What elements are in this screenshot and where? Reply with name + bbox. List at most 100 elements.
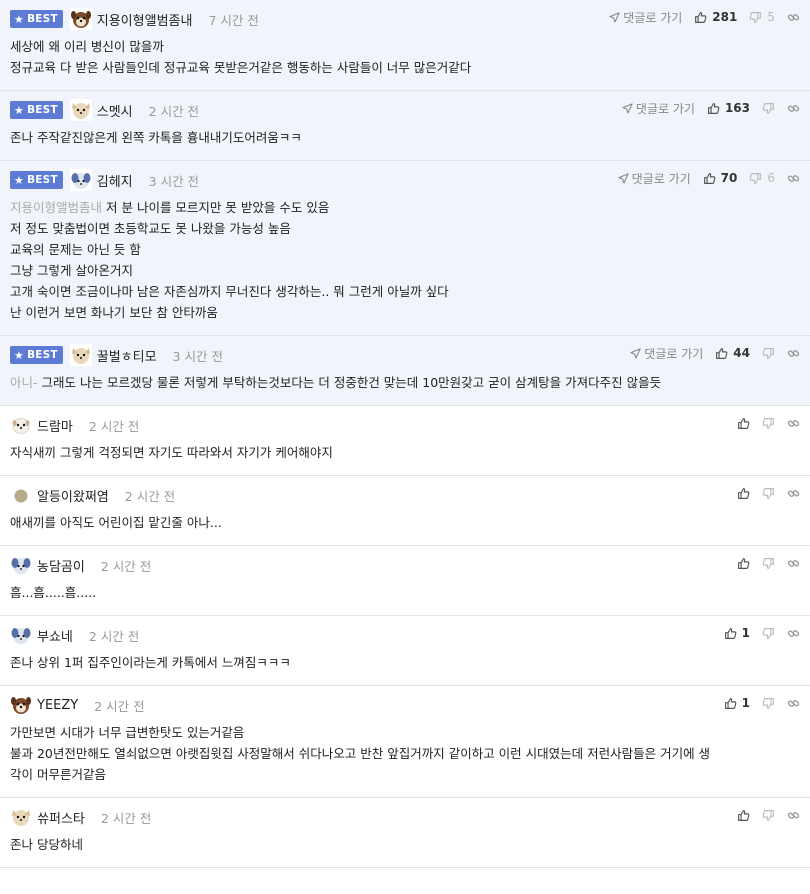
share-link-button[interactable] [787,172,800,185]
dislike-button[interactable] [762,697,775,710]
dislike-button[interactable]: 5 [749,10,775,24]
like-button[interactable] [737,809,750,822]
link-icon [787,627,800,640]
mention[interactable]: 지용이형앨범좀내 [10,200,102,215]
dog-avatar-blue[interactable] [10,624,32,646]
best-badge: ★ BEST [10,10,63,28]
reply-link[interactable]: 댓글로 가기 [630,345,703,362]
like-button[interactable]: 281 [694,10,737,24]
reply-arrow-icon [622,102,636,114]
comment-body: 애새끼를 아직도 어린이집 맡긴줄 아나... [10,506,800,545]
nickname[interactable]: 쓔퍼스타 [37,808,85,827]
timestamp: 2 시간 전 [100,810,152,826]
like-button[interactable]: 1 [724,696,750,710]
dot-avatar[interactable] [10,484,32,506]
share-link-button[interactable] [787,11,800,24]
dislike-count: 5 [767,10,775,24]
reply-link[interactable]: 댓글로 가기 [618,170,691,187]
share-link-button[interactable] [787,809,800,822]
share-link-button[interactable] [787,102,800,115]
thumbs-up-icon [694,11,707,24]
timestamp: 2 시간 전 [88,628,140,644]
comment-actions [725,554,800,572]
dog-avatar-white[interactable] [10,414,32,436]
thumbs-up-icon [715,347,728,360]
comment-text: 고개 숙이면 조금이나마 남은 자존심까지 무너진다 생각하는.. 뭐 그런게 … [10,284,449,299]
timestamp: 2 시간 전 [124,488,176,504]
dislike-button[interactable] [762,627,775,640]
thumbs-down-icon [762,809,775,822]
like-button[interactable]: 44 [715,346,750,360]
like-button[interactable] [737,487,750,500]
like-count: 163 [724,101,750,115]
comment-header: 농담곰이 2 시간 전 [10,554,800,576]
dislike-button[interactable] [762,809,775,822]
comment-line: 고개 숙이면 조금이나마 남은 자존심까지 무너진다 생각하는.. 뭐 그런게 … [10,281,800,302]
nickname[interactable]: 꿀벌ㅎ티모 [97,346,157,365]
dog-avatar-brown[interactable] [69,8,92,30]
dislike-button[interactable] [762,347,775,360]
comment: 알등이왔쩌염 2 시간 전애새끼를 아직도 어린이집 맡긴줄 아나... [0,476,810,546]
comment: 드람마 2 시간 전 자식새끼 그렇게 걱정되면 자기도 따라와서 자기가 케어해야… [0,406,810,476]
dog-avatar-blue[interactable] [69,169,92,191]
comment-actions: 1 [712,624,800,642]
dog-avatar-cream[interactable] [69,344,92,366]
nickname[interactable]: 김헤지 [97,171,133,190]
reply-link[interactable]: 댓글로 가기 [609,9,682,26]
share-link-button[interactable] [787,697,800,710]
comment-line: 불과 20년전만해도 열쇠없으면 아랫집윗집 사정말해서 쉬다나오고 반찬 앞집… [10,743,800,764]
comment-body: 세상에 왜 이리 병신이 많을까 정규교육 다 받은 사람들인데 정규교육 못받은… [10,30,800,90]
nickname[interactable]: 지용이형앨범좀내 [97,10,193,29]
comment-body: 자식새끼 그렇게 걱정되면 자기도 따라와서 자기가 케어해야지 [10,436,800,475]
dog-avatar-brown[interactable] [10,694,32,716]
comment-text: 각이 머무른거같음 [10,767,106,782]
dislike-count: 6 [767,171,775,185]
share-link-button[interactable] [787,347,800,360]
share-link-button[interactable] [787,557,800,570]
best-comment: ★ BEST 스멧시 2 시간 전 댓글로 가기 163 존나 주작같진않은게 왼쪽 카톡을… [0,91,810,161]
best-label: BEST [27,349,58,361]
thumbs-up-icon [737,417,750,430]
like-button[interactable]: 70 [703,171,737,185]
timestamp: 3 시간 전 [172,348,223,364]
comment: 부쇼네 2 시간 전 1 존나 상위 1퍼 집주인이라는게 카톡에서 느껴짐ㅋㅋㅋ [0,616,810,686]
timestamp: 2 시간 전 [100,558,152,574]
comment-actions [725,806,800,824]
share-link-button[interactable] [787,487,800,500]
reply-label: 댓글로 가기 [631,171,691,186]
nickname[interactable]: 스멧시 [97,101,133,120]
comment-line: 각이 머무른거같음 [10,764,800,785]
nickname[interactable]: 알등이왔쩌염 [37,486,109,505]
nickname[interactable]: 드람마 [37,416,73,435]
share-link-button[interactable] [787,417,800,430]
dog-avatar-cream[interactable] [69,99,92,121]
comment-body: 존나 상위 1퍼 집주인이라는게 카톡에서 느껴짐ㅋㅋㅋ [10,646,800,685]
dislike-button[interactable] [762,557,775,570]
nickname[interactable]: 농담곰이 [37,556,85,575]
dislike-button[interactable] [762,102,775,115]
mention[interactable]: 아니- [10,375,38,390]
nickname[interactable]: 부쇼네 [37,626,73,645]
thumbs-down-icon [749,172,762,185]
thumbs-up-icon [737,487,750,500]
like-button[interactable]: 163 [707,101,750,115]
share-link-button[interactable] [787,627,800,640]
link-icon [787,487,800,500]
comment-header: 알등이왔쩌염 2 시간 전 [10,484,800,506]
like-button[interactable] [737,557,750,570]
dog-avatar-cream[interactable] [10,806,32,828]
thumbs-down-icon [762,487,775,500]
dog-avatar-blue[interactable] [10,554,32,576]
comment-actions: 댓글로 가기 44 [618,344,800,362]
comment-text: 존나 당당하네 [10,837,83,852]
dislike-button[interactable]: 6 [749,171,775,185]
nickname[interactable]: YEEZY [37,698,78,713]
like-button[interactable]: 1 [724,626,750,640]
best-comment: ★ BEST 김헤지 3 시간 전 댓글로 가기 70 6 지용이형앨범좀내 저 분 나이를 모… [0,161,810,336]
best-label: BEST [27,13,58,25]
comment-line: 존나 주작같진않은게 왼쪽 카톡을 흉내내기도어려움ㅋㅋ [10,127,800,148]
like-button[interactable] [737,417,750,430]
reply-link[interactable]: 댓글로 가기 [622,100,695,117]
dislike-button[interactable] [762,417,775,430]
dislike-button[interactable] [762,487,775,500]
